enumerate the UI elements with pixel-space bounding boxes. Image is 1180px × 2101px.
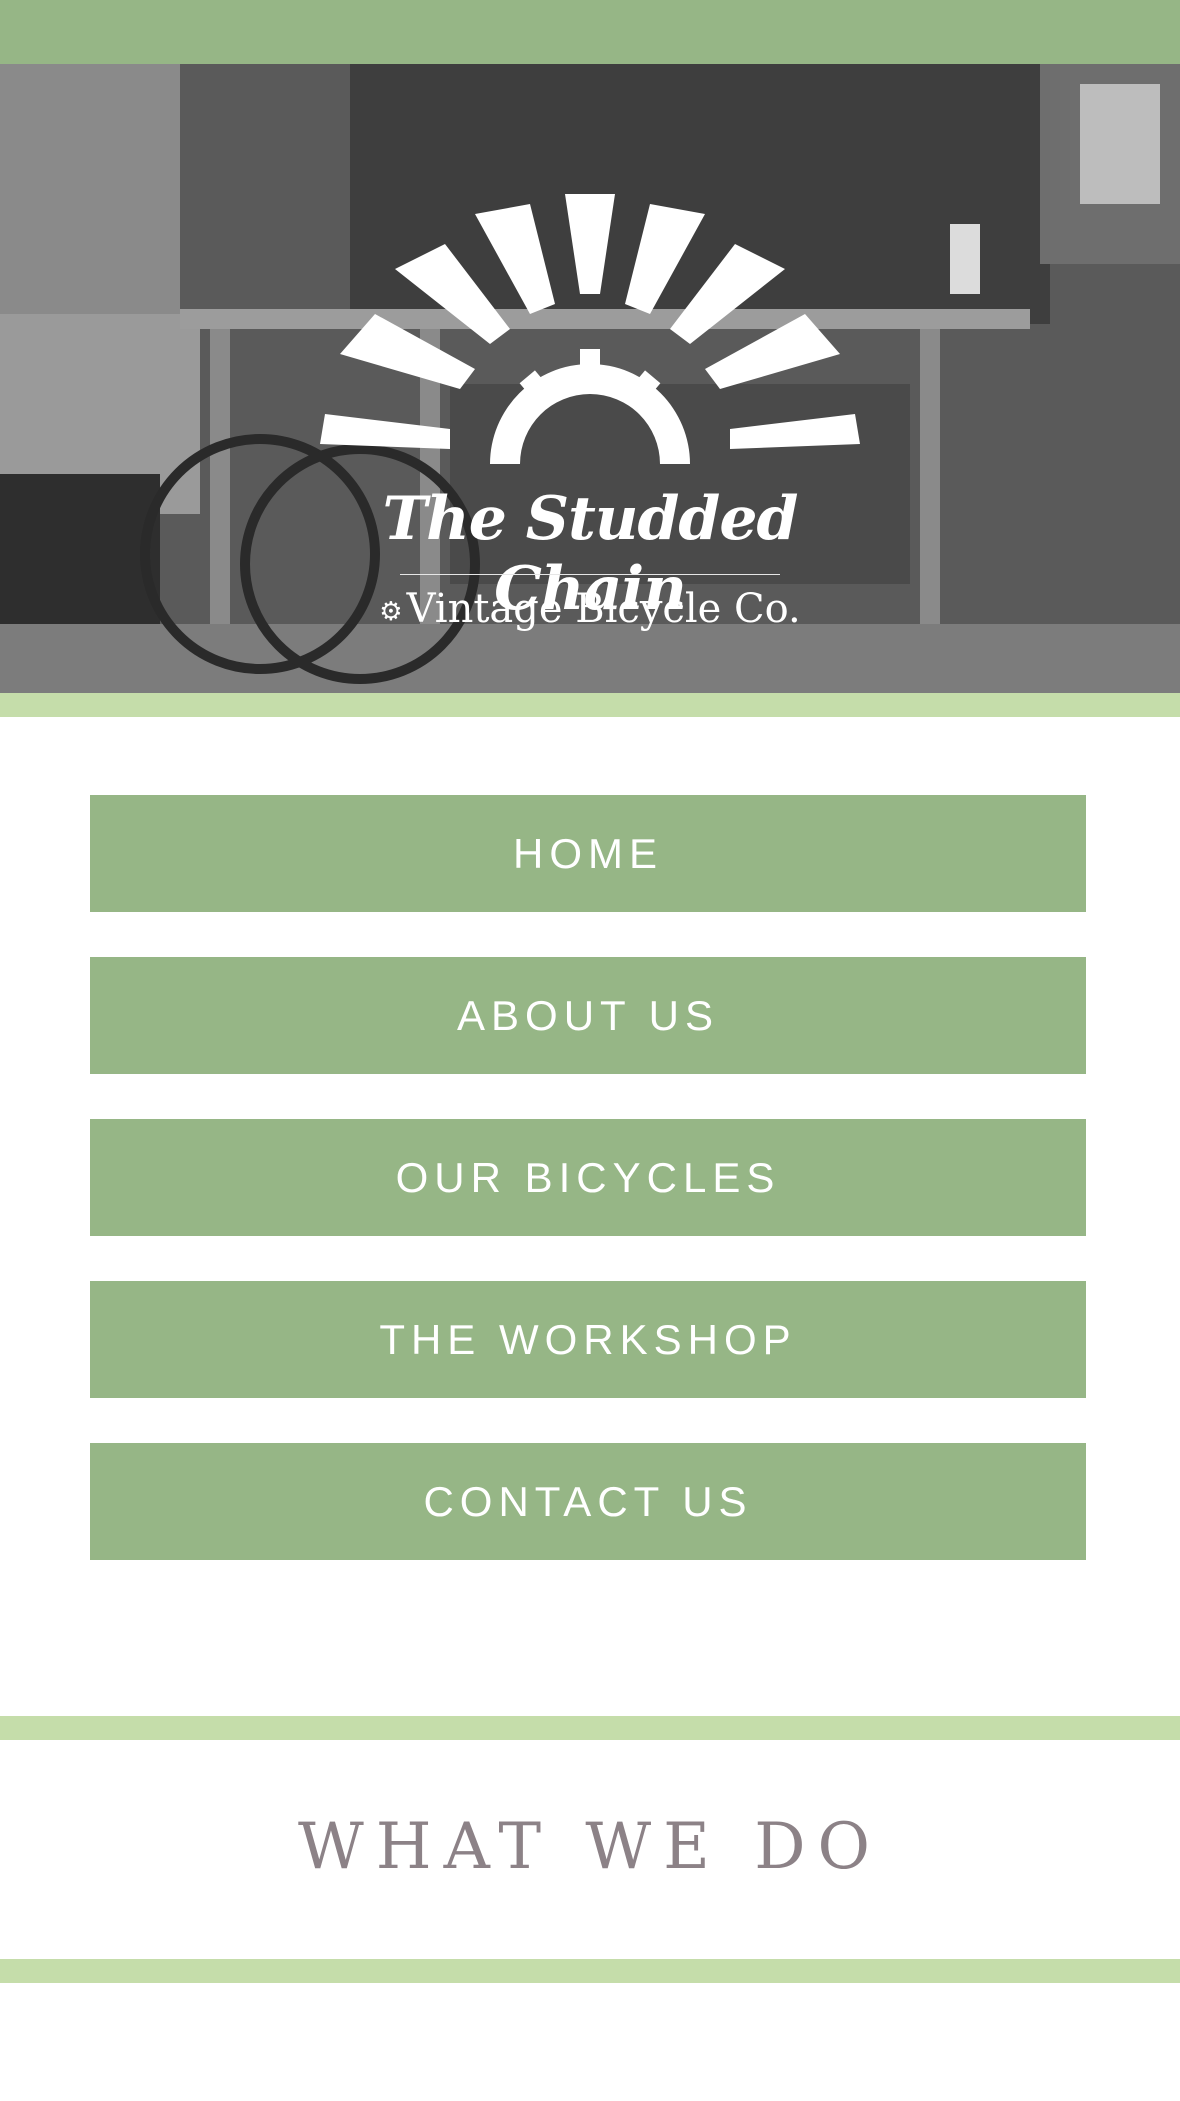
top-bar bbox=[0, 0, 1180, 64]
hero-bottom-stripe bbox=[0, 693, 1180, 717]
nav-the-workshop-button[interactable]: THE WORKSHOP bbox=[90, 1281, 1086, 1398]
nav-about-us-button[interactable]: ABOUT US bbox=[90, 957, 1086, 1074]
brand-tagline: Vintage Bicycle Co. bbox=[406, 586, 801, 632]
nav-contact-us-button[interactable]: CONTACT US bbox=[90, 1443, 1086, 1560]
brand-logo: The Studded Chain ⚙ Vintage Bicycle Co. bbox=[310, 174, 870, 644]
brand-tagline-row: ⚙ Vintage Bicycle Co. bbox=[310, 586, 870, 632]
hero-banner: The Studded Chain ⚙ Vintage Bicycle Co. bbox=[0, 64, 1180, 693]
nav-home-button[interactable]: HOME bbox=[90, 795, 1086, 912]
sunburst-gear-icon bbox=[320, 194, 860, 464]
main-nav: HOME ABOUT US OUR BICYCLES THE WORKSHOP … bbox=[90, 795, 1086, 1605]
what-we-do-heading: WHAT WE DO bbox=[298, 1810, 882, 1884]
section-divider-top bbox=[0, 1716, 1180, 1740]
section-divider-bottom bbox=[0, 1959, 1180, 1983]
logo-divider bbox=[400, 574, 780, 575]
nav-our-bicycles-button[interactable]: OUR BICYCLES bbox=[90, 1119, 1086, 1236]
gear-icon: ⚙ bbox=[379, 597, 403, 627]
